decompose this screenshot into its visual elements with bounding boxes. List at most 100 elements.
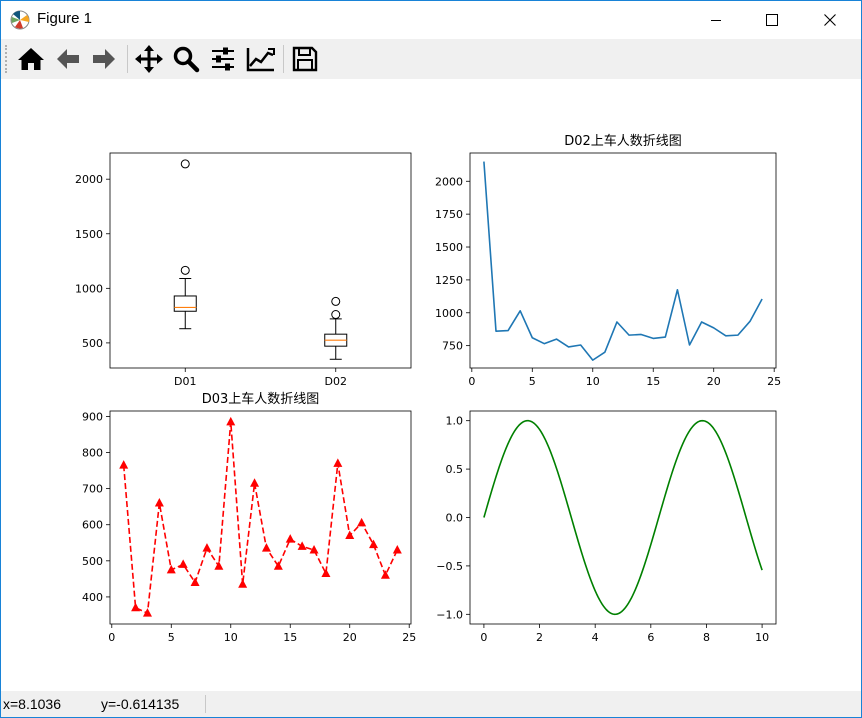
data-point-marker — [214, 561, 224, 570]
box-body — [173, 295, 197, 312]
plot-area — [483, 419, 763, 616]
x-tick-label: 10 — [755, 631, 769, 644]
y-tick-label: 1500 — [75, 228, 103, 241]
y-tick-label: 1500 — [435, 241, 463, 254]
subplot-3 — [106, 410, 412, 628]
data-point-marker — [357, 517, 367, 527]
x-tick-label: 6 — [647, 631, 654, 644]
close-icon — [824, 14, 836, 26]
x-tick-label: 0 — [468, 375, 475, 388]
data-point-marker — [119, 460, 129, 469]
chart-title: D02上车人数折线图 — [564, 133, 682, 149]
data-point-marker — [226, 416, 236, 426]
x-tick-label: 5 — [529, 375, 536, 388]
home-button[interactable] — [15, 43, 47, 75]
cursor-y-readout: y=-0.614135 — [101, 696, 180, 712]
flier-point — [180, 159, 190, 169]
x-tick-label: 10 — [224, 631, 238, 644]
toolbar-separator — [283, 45, 284, 73]
figure-window: Figure 1 500 1000 1500 2000 D01 D02 750 … — [0, 0, 862, 718]
x-tick-label: 20 — [343, 631, 357, 644]
save-button[interactable] — [289, 43, 321, 75]
data-point-marker — [202, 543, 212, 552]
x-tick-label: 15 — [283, 631, 297, 644]
line-chart-icon — [246, 48, 275, 72]
figure-canvas[interactable]: 500100015002000D01 D027501000125015001750… — [1, 79, 861, 691]
minimize-button[interactable] — [693, 1, 739, 39]
series-line — [483, 419, 763, 616]
y-tick-label: 2000 — [75, 173, 103, 186]
data-point-marker — [369, 539, 379, 549]
x-tick-label: 20 — [707, 375, 721, 388]
back-button[interactable] — [52, 43, 84, 75]
y-tick-label: 1250 — [435, 274, 463, 287]
y-tick-label: 750 — [442, 340, 463, 353]
status-separator — [205, 695, 206, 713]
x-tick-label: 0 — [108, 631, 115, 644]
magnifier-icon — [173, 46, 200, 73]
plot-area — [483, 161, 763, 361]
x-tick-label: 25 — [767, 375, 781, 388]
y-tick-label: 500 — [82, 337, 103, 350]
window-title: Figure 1 — [37, 10, 93, 27]
chart-title: D03上车人数折线图 — [202, 391, 320, 407]
data-point-marker — [238, 579, 248, 588]
data-point-marker — [321, 568, 331, 577]
subplot-2 — [466, 152, 777, 372]
x-tick-label: 15 — [646, 375, 660, 388]
cursor-x-readout: x=8.1036 — [3, 696, 61, 712]
data-point-marker — [392, 544, 402, 554]
flier-point — [180, 265, 190, 275]
x-tick-label: 2 — [536, 631, 543, 644]
x-tick-label: 0 — [480, 631, 487, 644]
forward-button[interactable] — [88, 43, 120, 75]
configure-subplots-button[interactable] — [207, 43, 239, 75]
move-icon — [135, 45, 163, 73]
data-point-marker — [178, 559, 188, 568]
zoom-button[interactable] — [170, 43, 202, 75]
maximize-button[interactable] — [749, 1, 795, 39]
toolbar-grip[interactable] — [5, 45, 8, 73]
data-point-marker — [297, 541, 307, 550]
y-tick-label: 400 — [82, 591, 103, 604]
navigation-toolbar — [1, 39, 861, 79]
x-tick-label: 10 — [586, 375, 600, 388]
x-tick-label: 4 — [592, 631, 599, 644]
pan-button[interactable] — [133, 43, 165, 75]
y-tick-label: −1.0 — [436, 608, 463, 621]
data-point-marker — [380, 570, 390, 579]
edit-axis-button[interactable] — [245, 43, 277, 75]
data-point-marker — [261, 543, 271, 552]
y-tick-label: 600 — [82, 519, 103, 532]
x-tick-label: 5 — [168, 631, 175, 644]
toolbar-separator — [127, 45, 128, 73]
subplot-4 — [466, 410, 777, 628]
x-tick-label: 25 — [402, 631, 416, 644]
x-tick-label: 8 — [703, 631, 710, 644]
y-tick-label: 700 — [82, 483, 103, 496]
forward-arrow-icon — [93, 49, 115, 69]
axes-frame — [109, 410, 412, 625]
status-bar: x=8.1036 y=-0.614135 — [1, 691, 861, 717]
title-bar: Figure 1 — [1, 1, 861, 39]
series-line — [483, 161, 763, 361]
back-arrow-icon — [57, 49, 79, 69]
matplotlib-logo-icon — [10, 10, 30, 30]
plot-area — [119, 416, 402, 617]
box-d02 — [324, 296, 348, 360]
subplot-1 — [106, 152, 412, 372]
data-point-marker — [154, 498, 164, 507]
y-tick-label: 1000 — [435, 307, 463, 320]
close-button[interactable] — [807, 1, 853, 39]
home-icon — [18, 48, 44, 70]
y-tick-label: 0.0 — [446, 512, 464, 525]
y-tick-label: 0.5 — [446, 463, 464, 476]
plot-area — [173, 159, 348, 360]
y-tick-label: 1000 — [75, 282, 103, 295]
data-point-marker — [131, 602, 141, 612]
y-tick-label: −0.5 — [436, 560, 463, 573]
y-tick-label: 800 — [82, 447, 103, 460]
minimize-icon — [711, 20, 721, 21]
y-tick-label: 1750 — [435, 208, 463, 221]
maximize-icon — [766, 14, 778, 26]
